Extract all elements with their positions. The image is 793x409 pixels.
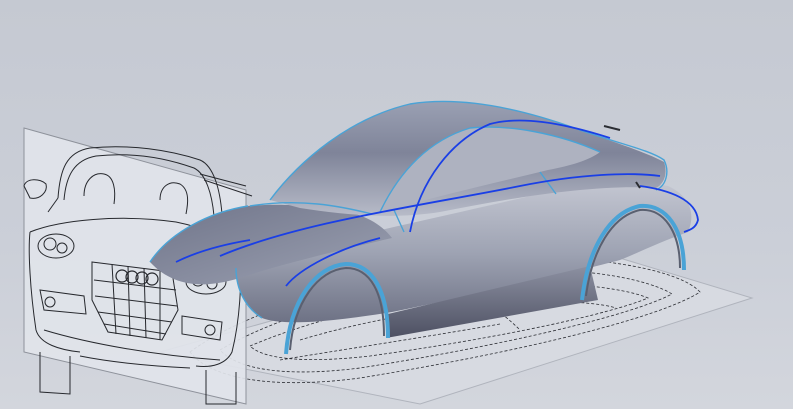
cad-3d-viewport[interactable] [0,0,793,409]
viewport-canvas[interactable] [0,0,793,409]
